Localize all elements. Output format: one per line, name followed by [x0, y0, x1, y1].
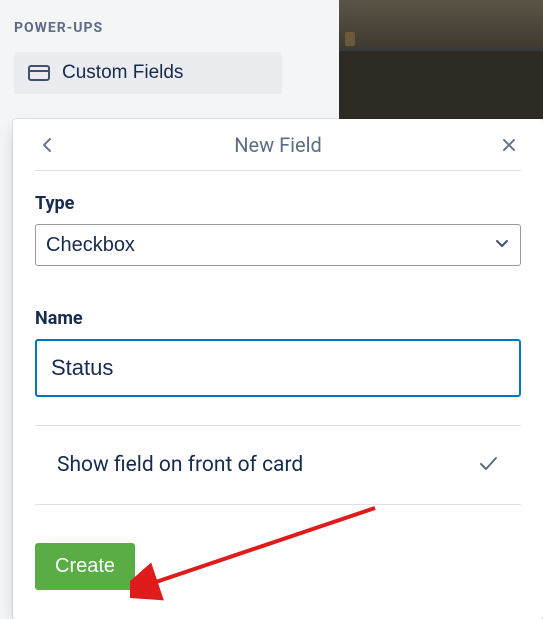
type-field: Type	[35, 193, 521, 266]
name-label: Name	[35, 308, 521, 329]
create-button[interactable]: Create	[35, 543, 135, 590]
show-on-front-label: Show field on front of card	[57, 453, 303, 477]
powerups-title: POWER-UPS	[14, 20, 296, 36]
card-icon	[28, 65, 50, 81]
back-button[interactable]	[35, 133, 59, 157]
background-preview	[339, 0, 543, 119]
type-select[interactable]	[35, 224, 521, 266]
name-field: Name	[35, 308, 521, 397]
show-on-front-toggle[interactable]: Show field on front of card	[35, 425, 521, 505]
custom-fields-button[interactable]: Custom Fields	[14, 52, 282, 94]
powerups-section: POWER-UPS Custom Fields	[0, 0, 310, 104]
type-select-wrap	[35, 224, 521, 266]
name-input[interactable]	[35, 339, 521, 397]
modal-header: New Field	[35, 119, 521, 171]
new-field-modal: New Field Type Name Show field on front …	[13, 119, 543, 619]
type-label: Type	[35, 193, 521, 214]
close-button[interactable]	[497, 133, 521, 157]
check-icon	[477, 452, 499, 478]
custom-fields-label: Custom Fields	[62, 62, 183, 84]
modal-title: New Field	[234, 133, 322, 157]
